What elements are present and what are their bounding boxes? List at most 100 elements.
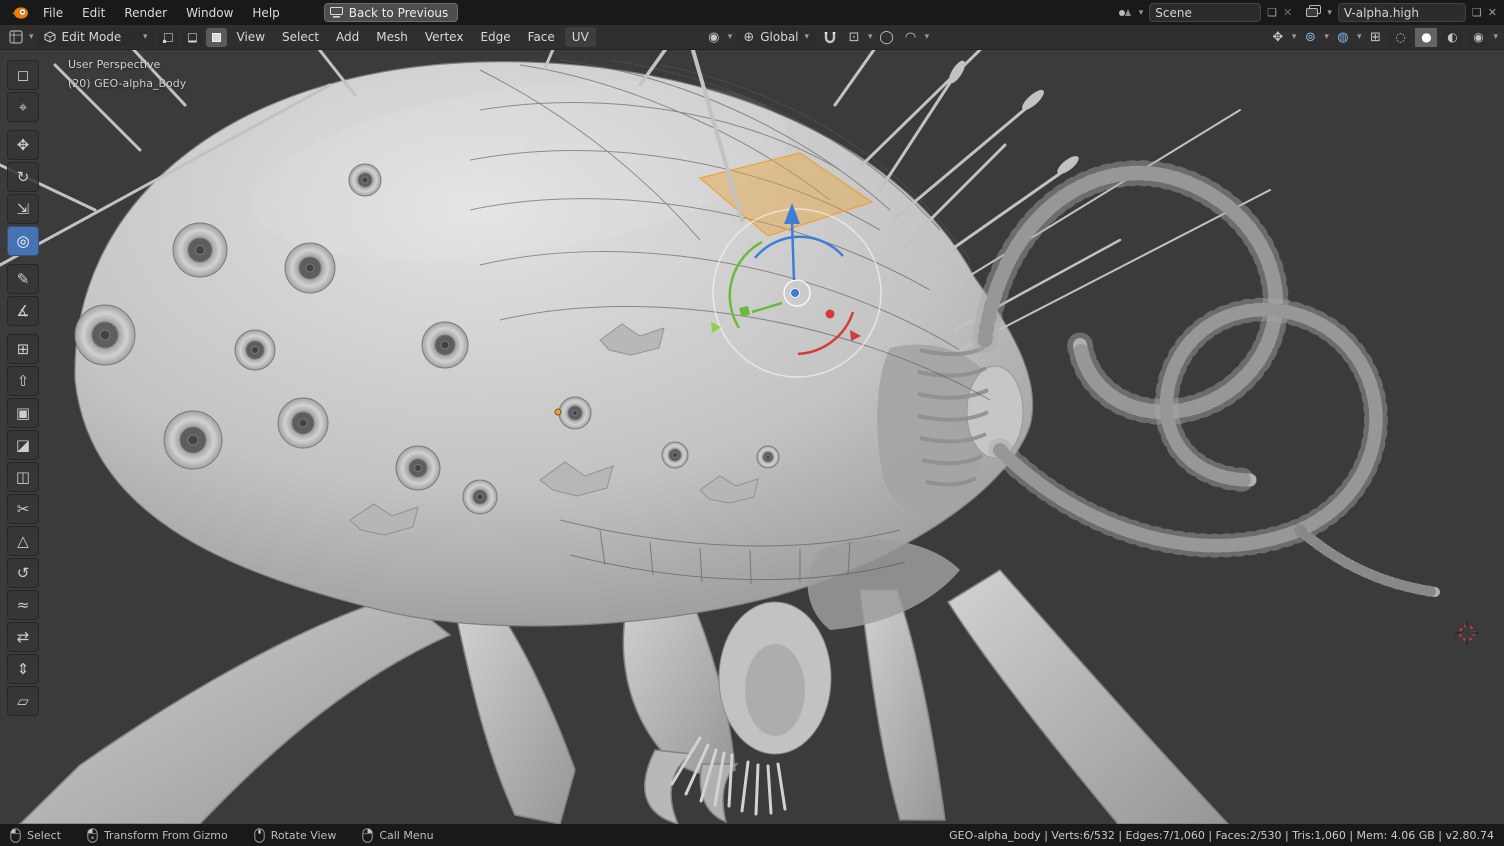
tool-knife[interactable]: ✂ [7,494,39,524]
tool-scale[interactable]: ⇲ [7,194,39,224]
viewlayer-name-field[interactable]: V-alpha.high [1338,3,1466,22]
bevel-icon: ◪ [16,436,30,454]
transform-icon: ◎ [16,232,29,250]
pivot-point-chevron-icon[interactable]: ▾ [728,32,733,42]
tool-annotate[interactable]: ✎ [7,264,39,294]
viewport-header: ▾ Edit Mode ▾ View Select Add Mesh Verte… [0,25,1504,50]
gizmo-chevron-icon[interactable]: ▾ [1292,32,1297,42]
scene-browse-svg [1117,5,1133,18]
select-box-icon: ◻ [17,66,29,84]
shading-chevron-icon[interactable]: ▾ [1493,32,1498,42]
shading-material-button[interactable]: ◐ [1441,28,1463,47]
editor-type-icon[interactable] [6,28,26,47]
tool-cursor[interactable]: ⌖ [7,92,39,122]
menu-uv[interactable]: UV [565,27,596,47]
orientation-dropdown[interactable]: ⊕ Global ▾ [736,28,816,47]
tool-move[interactable]: ✥ [7,130,39,160]
scene-name-field[interactable]: Scene [1149,3,1261,22]
tool-select-box[interactable]: ◻ [7,60,39,90]
gizmo-x-dot[interactable] [826,310,835,319]
mouse-left-icon [10,828,21,843]
overlays-icon[interactable]: ⊚ [1300,28,1320,47]
orientation-label: Global [760,30,798,44]
annotate-icon: ✎ [17,270,30,288]
viewport-3d[interactable]: User Perspective (20) GEO-alpha_Body [0,50,1504,824]
viewport-grid-icon[interactable]: ⊞ [1365,28,1385,47]
spin-icon: ↺ [17,564,30,582]
blender-window: { "topbar": { "menus": [ {"label": "File… [0,0,1504,846]
viewlayer-copy-icon[interactable]: ❏ [1472,7,1482,18]
browse-viewlayer-icon[interactable] [1306,5,1321,20]
tool-loop-cut[interactable]: ◫ [7,462,39,492]
shading-solid-button[interactable]: ● [1415,28,1437,47]
mode-dropdown[interactable]: Edit Mode ▾ [37,28,155,47]
mode-label: Edit Mode [62,30,122,44]
viewlayer-remove-icon[interactable]: ✕ [1488,7,1497,18]
menu-help[interactable]: Help [243,3,288,23]
tool-bevel[interactable]: ◪ [7,430,39,460]
vertex-select-button[interactable] [158,28,179,47]
edge-slide-icon: ⇄ [17,628,30,646]
shading-rendered-button[interactable]: ◉ [1467,28,1489,47]
tool-poly-build[interactable]: △ [7,526,39,556]
orientation-icon: ⊕ [743,28,754,47]
overlays-chevron-icon[interactable]: ▾ [1324,32,1329,42]
editor-type-chevron-icon[interactable]: ▾ [29,32,34,42]
menu-select[interactable]: Select [275,27,326,47]
xray-chevron-icon[interactable]: ▾ [1357,32,1362,42]
snap-target-icon[interactable]: ⊡ [844,28,864,47]
tool-inset-faces[interactable]: ▣ [7,398,39,428]
tool-smooth[interactable]: ≈ [7,590,39,620]
blender-logo-icon[interactable] [7,3,33,23]
hint-rotate-view-label: Rotate View [271,829,337,842]
topbar-right: ▾ Scene ❏ ✕ ▾ V-alpha.high ❏ ✕ [1117,3,1497,22]
edge-select-button[interactable] [182,28,203,47]
proportional-editing-icon[interactable]: ◯ [877,28,897,47]
viewport-canvas[interactable] [0,50,1504,824]
scene-copy-icon[interactable]: ❏ [1267,7,1277,18]
tool-add-cube[interactable]: ⊞ [7,334,39,364]
viewlayer-browse-chevron-icon[interactable]: ▾ [1327,8,1332,18]
menu-render[interactable]: Render [115,3,176,23]
back-to-previous-button[interactable]: Back to Previous [324,3,459,22]
knife-icon: ✂ [17,500,30,518]
face-select-button[interactable] [206,28,227,47]
proportional-falloff-icon[interactable]: ◠ [901,28,921,47]
tool-rotate[interactable]: ↻ [7,162,39,192]
menu-add[interactable]: Add [329,27,366,47]
menu-face[interactable]: Face [521,27,562,47]
hint-select: Select [10,828,61,843]
tool-shrink-fatten[interactable]: ⇕ [7,654,39,684]
menu-view[interactable]: View [230,27,272,47]
menu-edge[interactable]: Edge [473,27,517,47]
menu-edit[interactable]: Edit [73,3,114,23]
tool-measure[interactable]: ∡ [7,296,39,326]
proportional-chevron-icon[interactable]: ▾ [925,32,930,42]
gizmo-median-dot[interactable] [791,289,800,298]
add-cube-icon: ⊞ [17,340,30,358]
menu-mesh[interactable]: Mesh [369,27,415,47]
magnet-svg [824,31,836,44]
scene-unlink-icon[interactable]: ✕ [1283,7,1292,18]
browse-scene-icon[interactable] [1117,5,1133,20]
menu-file[interactable]: File [34,3,72,23]
snap-magnet-icon[interactable] [820,28,840,47]
smooth-icon: ≈ [17,596,30,614]
tool-extrude-region[interactable]: ⇧ [7,366,39,396]
menu-vertex[interactable]: Vertex [418,27,471,47]
menu-window[interactable]: Window [177,3,242,23]
xray-toggle-icon[interactable]: ◍ [1333,28,1353,47]
scale-icon: ⇲ [17,200,30,218]
tool-spin[interactable]: ↺ [7,558,39,588]
back-to-previous-label: Back to Previous [349,6,449,20]
show-gizmo-icon[interactable]: ✥ [1268,28,1288,47]
blender-logo-svg [11,6,29,20]
tool-edge-slide[interactable]: ⇄ [7,622,39,652]
shading-wireframe-button[interactable]: ◌ [1389,28,1411,47]
pivot-point-icon[interactable]: ◉ [704,28,724,47]
snap-chevron-icon[interactable]: ▾ [868,32,873,42]
tool-transform[interactable]: ◎ [7,226,39,256]
tool-shear[interactable]: ▱ [7,686,39,716]
inset-faces-icon: ▣ [16,404,30,422]
scene-browse-chevron-icon[interactable]: ▾ [1139,8,1144,18]
